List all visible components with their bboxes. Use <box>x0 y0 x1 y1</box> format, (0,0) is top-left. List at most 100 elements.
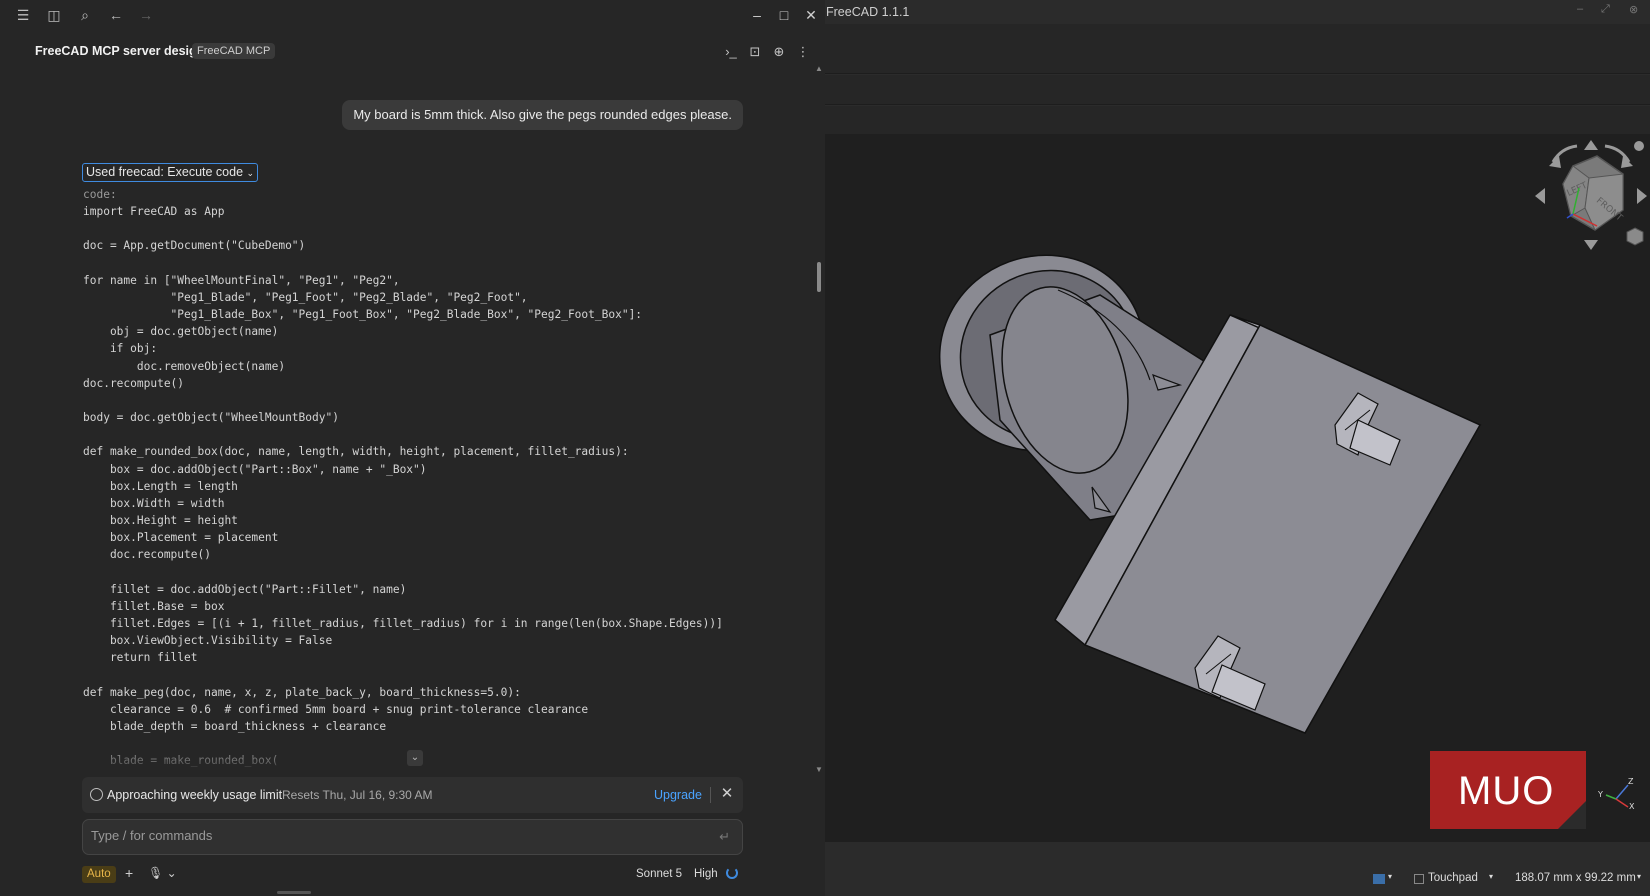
chevron-down-icon[interactable]: ▾ <box>1637 872 1641 881</box>
tool-use-label: Used freecad: Execute code <box>86 165 244 179</box>
code-line: def make_rounded_box(doc, name, length, … <box>83 445 629 459</box>
svg-text:X: X <box>1629 802 1635 811</box>
usage-reset-time: Resets Thu, Jul 16, 9:30 AM <box>282 788 433 802</box>
spinner-icon <box>726 867 738 879</box>
usage-limit-banner: Approaching weekly usage limit Resets Th… <box>82 777 743 813</box>
dimension-readout: 188.07 mm x 99.22 mm <box>1515 872 1636 884</box>
code-line: "Peg1_Blade_Box", "Peg1_Foot_Box", "Peg2… <box>83 308 643 322</box>
code-line: for name in ["WheelMountFinal", "Peg1", … <box>83 273 400 287</box>
model-selector[interactable]: Sonnet 5 <box>636 868 682 880</box>
draw-style-icon[interactable] <box>1373 874 1385 884</box>
effort-selector[interactable]: High <box>694 868 718 880</box>
terminal-icon[interactable]: ›_ <box>723 44 739 60</box>
scrollbar-thumb[interactable] <box>817 262 821 292</box>
chevron-down-icon[interactable]: ▾ <box>1388 872 1392 881</box>
back-icon[interactable]: ← <box>107 6 125 24</box>
code-line: fillet.Base = box <box>83 599 225 613</box>
cube-mini-icon <box>1626 227 1644 246</box>
code-line: fillet.Edges = [(i + 1, fillet_radius, f… <box>83 616 723 630</box>
arrow-up-icon <box>1584 140 1598 150</box>
scroll-down-icon[interactable]: ▼ <box>815 765 823 774</box>
clock-icon <box>90 788 103 801</box>
mic-icon[interactable]: 🎙︎ ⌄ <box>148 866 177 880</box>
freecad-titlebar: FreeCAD 1.1.1 – ⤢ ⊗ <box>825 0 1650 24</box>
freecad-toolbar-3 <box>825 106 1650 134</box>
code-block: code: import FreeCAD as App doc = App.get… <box>83 186 733 768</box>
maximize-icon[interactable]: □ <box>775 6 793 24</box>
arrow-down-icon <box>1584 240 1598 250</box>
hamburger-icon[interactable]: ☰ <box>14 6 32 24</box>
navigation-cube[interactable]: LEFT FRONT <box>1535 138 1647 250</box>
mode-selector[interactable]: Auto <box>82 866 116 883</box>
minimize-icon[interactable]: – <box>748 6 766 24</box>
touchpad-checkbox[interactable] <box>1414 874 1424 884</box>
code-line: box = doc.addObject("Part::Box", name + … <box>83 462 427 476</box>
code-line: if obj: <box>83 342 158 356</box>
message-input[interactable] <box>91 828 691 843</box>
code-line: code: <box>83 188 117 201</box>
export-icon[interactable]: ⊡ <box>747 44 763 60</box>
code-line: fillet = doc.addObject("Part::Fillet", n… <box>83 582 407 596</box>
close-icon[interactable]: ✕ <box>802 6 820 24</box>
divider <box>710 787 711 803</box>
code-line: box.Placement = placement <box>83 531 279 545</box>
code-line: box.ViewObject.Visibility = False <box>83 634 333 648</box>
plus-icon[interactable]: + <box>125 865 133 881</box>
chat-window: ☰ ◫ ⌕ ← → – □ ✕ FreeCAD MCP server desig… <box>0 0 825 896</box>
resize-handle[interactable] <box>277 891 311 894</box>
user-message: My board is 5mm thick. Also give the peg… <box>342 100 743 130</box>
window-toolbar: ☰ ◫ ⌕ ← → – □ ✕ <box>0 0 825 30</box>
search-icon[interactable]: ⌕ <box>76 6 94 24</box>
forward-icon[interactable]: → <box>137 6 155 24</box>
code-line: doc = App.getDocument("CubeDemo") <box>83 239 306 253</box>
chat-title[interactable]: FreeCAD MCP server design <box>35 44 204 58</box>
watermark-text: MUO <box>1458 769 1555 813</box>
code-line: return fillet <box>83 651 198 665</box>
project-badge[interactable]: FreeCAD MCP <box>192 43 276 59</box>
arrow-right-icon <box>1637 188 1647 204</box>
scroll-up-icon[interactable]: ▲ <box>815 64 823 73</box>
code-line: "Peg1_Blade", "Peg1_Foot", "Peg2_Blade",… <box>83 290 528 304</box>
menu-dot-icon <box>1634 141 1644 151</box>
3d-viewport[interactable] <box>825 134 1650 842</box>
chat-header: FreeCAD MCP server design FreeCAD MCP ›_… <box>0 40 825 66</box>
more-icon[interactable]: ⋮ <box>795 44 811 60</box>
navigation-style[interactable]: Touchpad <box>1428 872 1478 884</box>
expand-code-button[interactable]: ⌄ <box>407 750 423 766</box>
code-line: doc.recompute() <box>83 548 211 562</box>
usage-limit-text: Approaching weekly usage limit <box>107 788 283 802</box>
send-icon[interactable]: ↵ <box>719 829 730 845</box>
arrow-left-icon <box>1535 188 1545 204</box>
globe-icon[interactable]: ⊕ <box>771 44 787 60</box>
code-line: doc.removeObject(name) <box>83 359 286 373</box>
close-icon[interactable]: ⊗ <box>1629 3 1638 16</box>
code-line: import FreeCAD as App <box>83 205 225 219</box>
muo-watermark: MUO <box>1430 751 1586 829</box>
svg-text:Y: Y <box>1598 790 1603 799</box>
freecad-toolbar-1 <box>825 24 1650 74</box>
sidebar-icon[interactable]: ◫ <box>45 6 63 24</box>
axis-triad: Z Y X <box>1598 777 1635 811</box>
chevron-down-icon: ⌄ <box>246 168 255 178</box>
code-line: blade_depth = board_thickness + clearanc… <box>83 719 387 733</box>
tool-use-chip[interactable]: Used freecad: Execute code ⌄ <box>82 163 259 182</box>
restore-icon[interactable]: ⤢ <box>1601 3 1610 16</box>
chevron-down-icon[interactable]: ▾ <box>1489 872 1493 881</box>
message-composer[interactable]: ↵ <box>82 819 743 855</box>
minimize-icon[interactable]: – <box>1577 3 1583 15</box>
upgrade-link[interactable]: Upgrade <box>654 788 702 802</box>
composer-controls: Auto + 🎙︎ ⌄ Sonnet 5 High <box>82 864 743 884</box>
code-line: box.Width = width <box>83 496 225 510</box>
code-line: doc.recompute() <box>83 376 185 390</box>
svg-text:Z: Z <box>1628 777 1634 786</box>
close-icon[interactable]: ✕ <box>718 785 736 803</box>
code-line: obj = doc.getObject(name) <box>83 325 279 339</box>
freecad-toolbar-2 <box>825 75 1650 105</box>
code-line: def make_peg(doc, name, x, z, plate_back… <box>83 685 521 699</box>
code-line: body = doc.getObject("WheelMountBody") <box>83 411 339 425</box>
